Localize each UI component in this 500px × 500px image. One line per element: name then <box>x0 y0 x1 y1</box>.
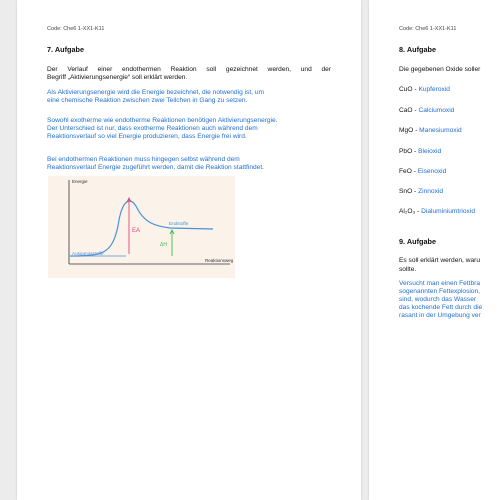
answer-3-line-2: Reaktionsverlauf Energie zugeführt werde… <box>47 164 264 171</box>
oxide-formula: MgO <box>399 127 414 134</box>
task-9-question-line-1: Es soll erklärt werden, waru <box>399 257 480 264</box>
task-7-question-line-2: Begriff „Aktivierungsenergie“ soll erklä… <box>47 74 188 81</box>
oxide-item: CuO - Kupferoxid <box>399 86 450 93</box>
oxide-name: Bleioxid <box>418 148 442 155</box>
task-9-title: 9. Aufgabe <box>399 237 437 246</box>
task-9-answer-line-4: das kochende Fett durch die <box>399 304 483 311</box>
oxide-name: Manesiumoxid <box>419 127 462 134</box>
energy-diagram-sketch: Energie Reaktionsweg EA ΔH Ausgangsstoff… <box>48 176 235 278</box>
answer-1-line-2: eine chemische Reaktion zwischen zwei Te… <box>47 97 248 104</box>
oxide-item: CaO - Calciumoxid <box>399 107 455 114</box>
oxide-name: Calciumoxid <box>418 107 455 114</box>
oxide-item: MgO - Manesiumoxid <box>399 127 462 134</box>
task-9-question-line-2: sollte. <box>399 266 417 273</box>
oxide-formula: Al₂O₃ <box>399 208 416 215</box>
y-axis-label: Energie <box>72 179 88 184</box>
document-page-right: Code: Che6 1-XX1-K11 8. Aufgabe Die gege… <box>369 0 500 500</box>
task-9-answer-line-2: sogenannten Fettexplosion, <box>399 288 481 295</box>
page-code: Code: Che6 1-XX1-K11 <box>47 26 105 32</box>
oxide-name: Zinnoxid <box>418 188 444 195</box>
task-8-title: 8. Aufgabe <box>399 45 437 54</box>
oxide-name: Kupferoxid <box>418 86 450 93</box>
reactants-label: Ausgangsstoffe <box>72 251 104 256</box>
answer-2-line-2: Der Unterschied ist nur, dass exotherme … <box>47 125 258 132</box>
x-axis-label: Reaktionsweg <box>205 258 234 263</box>
task-8-question: Die gegebenen Oxide soller <box>399 66 481 73</box>
oxide-item: SnO - Zinnoxid <box>399 188 444 195</box>
oxide-formula: FeO <box>399 168 412 175</box>
task-9-answer-line-1: Versucht man einen Fettbra <box>399 280 481 287</box>
task-7-question-line-1: Der Verlauf einer endothermen Reaktion s… <box>47 66 331 73</box>
oxide-item: FeO - Eisenoxid <box>399 168 447 175</box>
answer-3-line-1: Bei endothermen Reaktionen muss hingegen… <box>47 156 240 163</box>
delta-h-label: ΔH <box>160 242 167 248</box>
oxide-formula: CuO <box>399 86 413 93</box>
oxide-formula: SnO <box>399 188 413 195</box>
answer-2-line-1: Sowohl exotherme wie endotherme Reaktion… <box>47 117 278 124</box>
answer-2-line-3: Reaktionsverlauf so viel Energie produzi… <box>47 133 247 140</box>
oxide-item: Al₂O₃ - Dialuminiumtrioxid <box>399 208 475 215</box>
page-code: Code: Che6 1-XX1-K11 <box>399 26 457 32</box>
task-9-answer-line-5: rasant in der Umgebung ver <box>399 312 481 319</box>
oxide-name: Dialuminiumtrioxid <box>421 208 475 215</box>
task-7-title: 7. Aufgabe <box>47 45 85 54</box>
oxide-item: PbO - Bleioxid <box>399 148 442 155</box>
activation-energy-label: EA <box>132 228 140 234</box>
task-9-answer-line-3: sind, wodurch das Wasser <box>399 296 477 303</box>
oxide-name: Eisenoxid <box>417 168 447 175</box>
products-label: Endstoffe <box>169 221 189 226</box>
oxide-formula: CaO <box>399 107 413 114</box>
oxide-formula: PbO <box>399 148 413 155</box>
answer-1-line-1: Als Aktivierungsenergie wird die Energie… <box>47 89 264 96</box>
